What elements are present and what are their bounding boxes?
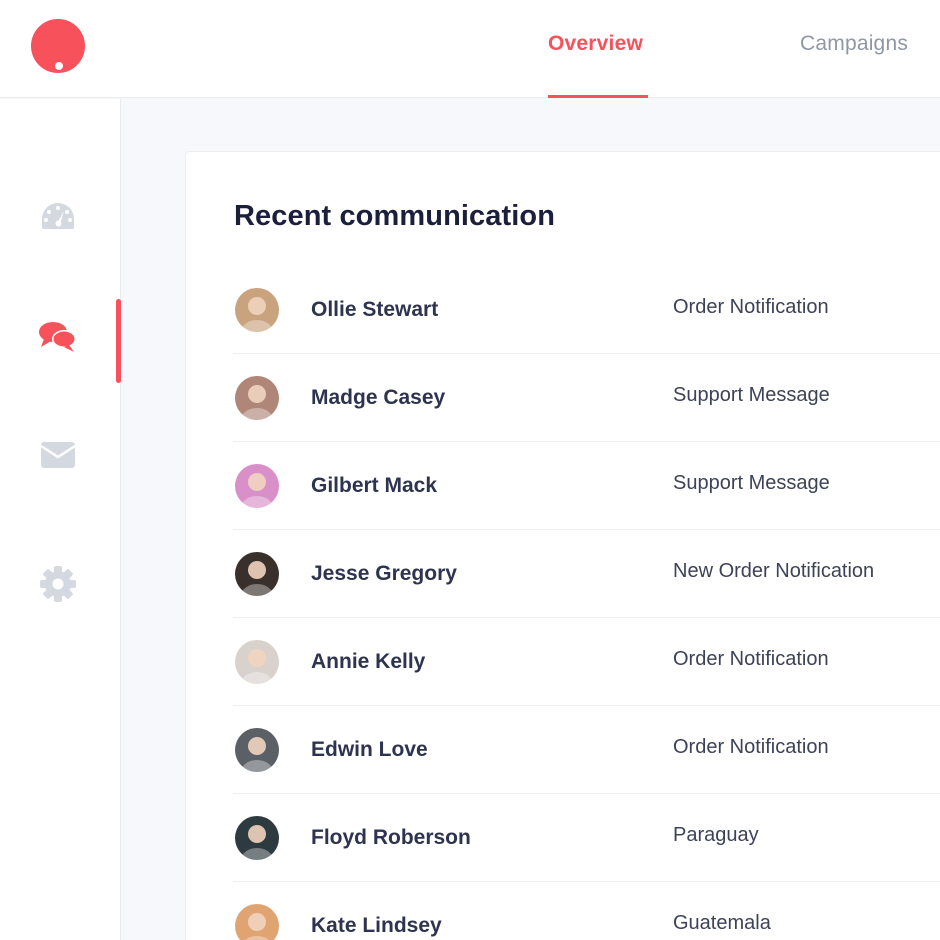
avatar	[235, 376, 279, 420]
avatar	[235, 464, 279, 508]
message-type: Order Notification	[673, 736, 829, 758]
avatar	[235, 552, 279, 596]
active-tab-indicator	[548, 95, 648, 98]
message-type: Support Message	[673, 384, 830, 406]
sidebar	[0, 99, 121, 940]
sidebar-item-dashboard[interactable]	[0, 174, 121, 258]
contact-name: Ollie Stewart	[311, 298, 439, 321]
list-item[interactable]: Gilbert Mack Support Message	[233, 442, 940, 530]
contact-name: Kate Lindsey	[311, 914, 442, 937]
gear-icon	[39, 566, 76, 602]
list-item[interactable]: Jesse Gregory New Order Notification	[233, 530, 940, 618]
contact-name: Gilbert Mack	[311, 474, 438, 497]
list-item[interactable]: Floyd Roberson Paraguay	[233, 794, 940, 882]
contact-name: Madge Casey	[311, 386, 446, 409]
avatar	[235, 288, 279, 332]
list-item[interactable]: Annie Kelly Order Notification	[233, 618, 940, 706]
message-type: Order Notification	[673, 648, 829, 670]
tab-overview[interactable]: Overview	[548, 32, 643, 56]
tab-campaigns[interactable]: Campaigns	[800, 32, 908, 56]
top-bar: Overview Campaigns	[0, 0, 940, 98]
avatar	[235, 904, 279, 940]
sidebar-item-chat[interactable]	[0, 296, 121, 380]
contact-name: Floyd Roberson	[311, 826, 471, 849]
logo-circle-icon[interactable]	[31, 19, 85, 73]
avatar	[235, 816, 279, 860]
recent-communication-card: Recent communication Ollie Stewart Order …	[185, 151, 940, 940]
avatar	[235, 728, 279, 772]
contact-name: Jesse Gregory	[311, 562, 457, 585]
sidebar-item-settings[interactable]	[0, 542, 121, 626]
avatar	[235, 640, 279, 684]
list-item[interactable]: Madge Casey Support Message	[233, 354, 940, 442]
logo-dot	[55, 62, 63, 70]
mail-icon	[39, 442, 76, 468]
message-type: Order Notification	[673, 296, 829, 318]
message-type: New Order Notification	[673, 560, 875, 582]
chat-icon	[38, 322, 76, 352]
sidebar-item-mail[interactable]	[0, 413, 121, 497]
dashboard-icon	[41, 203, 74, 229]
message-type: Paraguay	[673, 824, 759, 846]
message-type: Guatemala	[673, 912, 771, 934]
contact-name: Edwin Love	[311, 738, 428, 761]
card-title: Recent communication	[234, 200, 556, 232]
contact-name: Annie Kelly	[311, 650, 426, 673]
list-item[interactable]: Edwin Love Order Notification	[233, 706, 940, 794]
sidebar-active-indicator	[116, 299, 121, 383]
list-item[interactable]: Ollie Stewart Order Notification	[233, 266, 940, 354]
list-item[interactable]: Kate Lindsey Guatemala	[233, 882, 940, 940]
message-type: Support Message	[673, 472, 830, 494]
